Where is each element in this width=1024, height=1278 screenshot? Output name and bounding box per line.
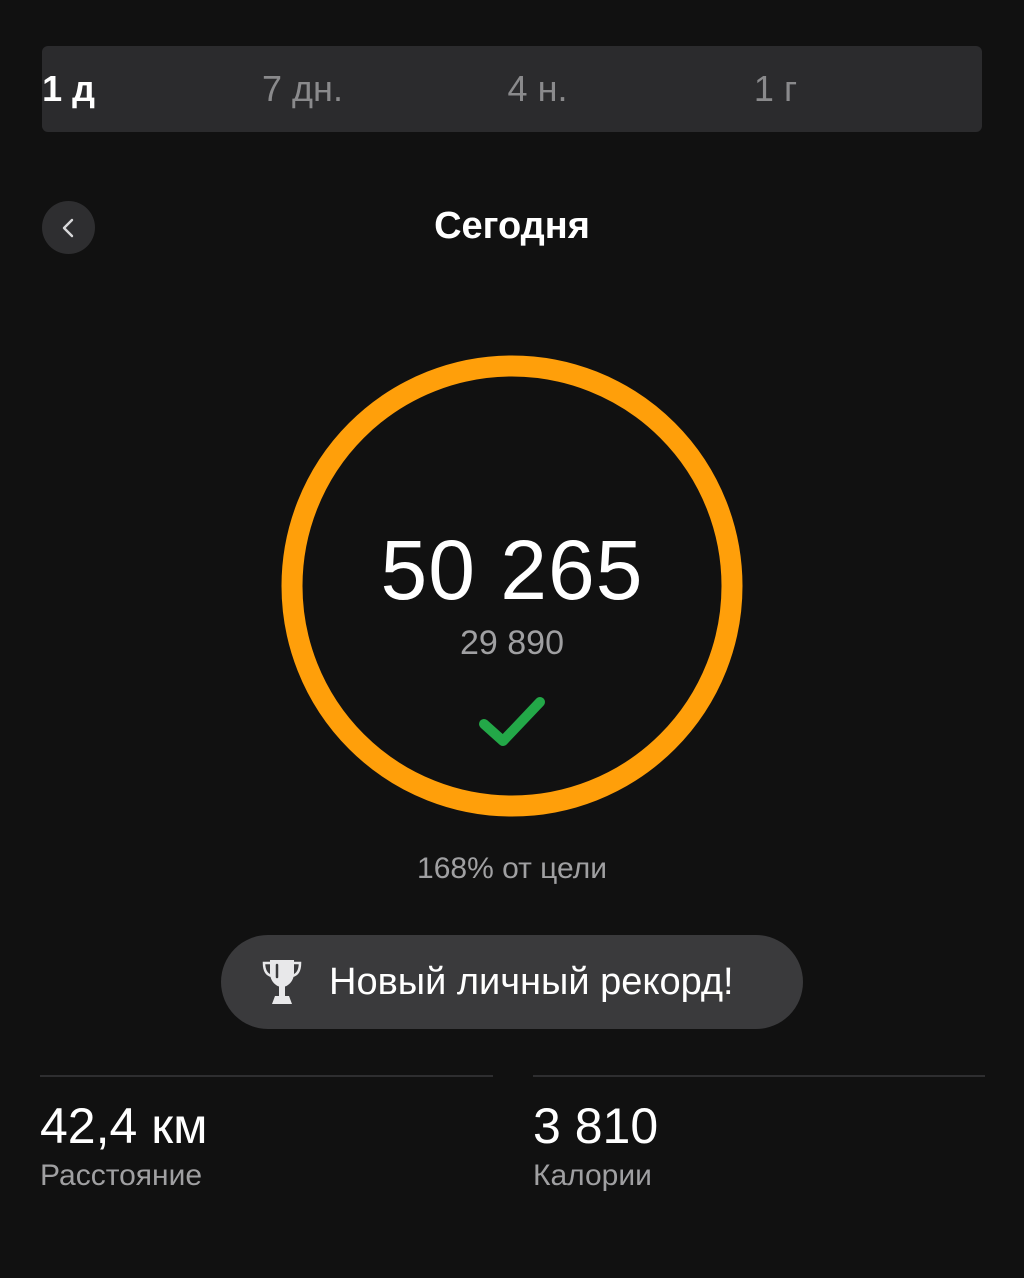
- tab-1-day[interactable]: 1 д: [0, 46, 186, 132]
- tab-1-year[interactable]: 1 г: [658, 46, 893, 132]
- tab-7-days[interactable]: 7 дн.: [185, 46, 420, 132]
- calories-label: Калории: [533, 1159, 652, 1192]
- checkmark-icon: [479, 697, 545, 746]
- page-title: Сегодня: [434, 205, 590, 247]
- steps-count: 50 265: [380, 523, 644, 617]
- steps-progress-ring: 50 265 29 890: [280, 354, 744, 818]
- distance-label: Расстояние: [40, 1159, 203, 1192]
- tab-4-weeks[interactable]: 4 н.: [420, 46, 655, 132]
- goal-percent-text: 168% от цели: [417, 852, 607, 885]
- stat-calories: 3 810 Калории: [533, 1075, 985, 1205]
- record-text: Новый личный рекорд!: [329, 960, 734, 1003]
- activity-screen: 1 д 7 дн. 4 н. 1 г Сегодня 50 265 29 890…: [0, 0, 1024, 1278]
- steps-goal: 29 890: [460, 624, 564, 662]
- personal-record-badge[interactable]: Новый личный рекорд!: [221, 935, 803, 1029]
- distance-value: 42,4 км: [40, 1098, 208, 1154]
- period-selector: 1 д 7 дн. 4 н. 1 г: [42, 46, 982, 132]
- calories-value: 3 810: [533, 1098, 659, 1154]
- trophy-icon: [262, 960, 302, 1004]
- stat-distance: 42,4 км Расстояние: [40, 1075, 493, 1205]
